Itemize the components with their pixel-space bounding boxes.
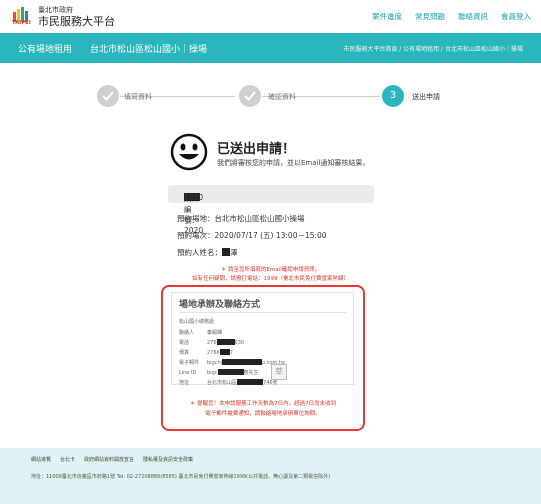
contact-card: 場地承辦及聯絡方式 松山國小總務處 聯絡人 秦嗣輝 電話 276 630 傳真 2766… bbox=[161, 285, 365, 431]
redaction-mask bbox=[222, 359, 263, 365]
contact-office: 松山國小總務處 bbox=[179, 319, 215, 325]
contact-reminder-1: ＊ 提醒您！本申請服務工作天數為7日內，超過7日尚未收到 bbox=[189, 401, 337, 407]
step-3-number: 3 bbox=[389, 90, 397, 101]
logo-sub-text: TAIPEI bbox=[12, 20, 31, 26]
booking-venue: 預約場地：台北市松山區松山國小操場 bbox=[177, 214, 305, 223]
contact-row-key: 傳真 bbox=[179, 350, 190, 356]
step-3-indicator: 3 bbox=[382, 85, 404, 107]
top-header: TAIPEI 臺北市政府 市民服務大平台 案件進度 常見問題 聯絡資訊 會員登入 bbox=[0, 0, 541, 33]
contact-row-key: 聯絡人 bbox=[179, 330, 195, 336]
nav-login[interactable]: 會員登入 bbox=[501, 11, 531, 22]
smiley-icon bbox=[170, 133, 208, 171]
footer-address: 地址：11008臺北市信義區市府路1號 Tel: 02-27208889(858… bbox=[31, 474, 331, 480]
email-warning: ＊ 請至您所填寫的Email確認申請資訊。 bbox=[220, 267, 321, 273]
progress-steps: 填寫資料 確認資料 3 送出申請 bbox=[0, 63, 541, 133]
divider bbox=[179, 312, 346, 313]
contact-row-key: Line ID bbox=[179, 370, 197, 376]
nav-contact[interactable]: 聯絡資訊 bbox=[458, 11, 488, 22]
contact-row: 地址 台北市松山區 746號 bbox=[179, 379, 278, 386]
contact-row-value: bigc bbox=[207, 370, 218, 376]
contact-row-key: 地址 bbox=[179, 380, 190, 386]
contact-row-value: 秦嗣輝 bbox=[207, 330, 223, 336]
site-title[interactable]: 市民服務大平台 bbox=[38, 13, 115, 29]
redaction-mask bbox=[219, 349, 230, 355]
step-2-label: 確認資料 bbox=[268, 93, 296, 101]
contact-row-key: 電子郵件 bbox=[179, 360, 200, 366]
contact-row-value: 276 bbox=[207, 340, 217, 346]
redaction-mask bbox=[222, 248, 230, 256]
step-2-check-icon bbox=[239, 85, 261, 107]
contact-row-value: 春先生 bbox=[243, 370, 259, 376]
contact-row: Line ID bigc 春先生 bbox=[179, 369, 259, 376]
redaction-mask bbox=[237, 379, 264, 385]
step-1-label: 填寫資料 bbox=[124, 93, 152, 101]
top-nav: 案件進度 常見問題 聯絡資訊 會員登入 bbox=[372, 11, 531, 22]
contact-email[interactable]: bigchi bbox=[207, 360, 222, 366]
footer-link-privacy[interactable]: 隱私權及資訊安全政策 bbox=[143, 456, 193, 463]
contact-reminder-2: 電子郵件繳費通知，請聯絡場地承辦單位詢問。 bbox=[205, 411, 321, 417]
footer-link-taipei-card[interactable]: 台北卡 bbox=[60, 456, 75, 463]
contact-row-value: 630 bbox=[234, 340, 245, 346]
service-title: 公有場地租用 台北市松山區松山國小｜操場 bbox=[18, 45, 208, 55]
contact-row-value: 746號 bbox=[263, 380, 278, 386]
stamp-icon: 莘 bbox=[271, 364, 287, 380]
case-number-box: 案件編號：20201030 bbox=[168, 185, 374, 235]
nav-faq[interactable]: 常見問題 bbox=[415, 11, 445, 22]
contact-row-key: 電話 bbox=[179, 340, 190, 346]
contact-row: 聯絡人 秦嗣輝 bbox=[179, 329, 222, 336]
nav-case-progress[interactable]: 案件進度 bbox=[372, 11, 402, 22]
footer-link-open-data[interactable]: 政府網站資料開放宣言 bbox=[84, 456, 134, 463]
contact-row-value: 台北市松山區 bbox=[207, 380, 238, 386]
success-description: 我們將審核您的申請，並以Email通知審核結果。 bbox=[217, 159, 370, 167]
redaction-mask bbox=[216, 339, 235, 345]
contact-title: 場地承辦及聯絡方式 bbox=[179, 300, 261, 310]
booking-name-label: 預約人姓名： bbox=[177, 248, 222, 257]
contact-row: 電子郵件 bigchi o.com.tw bbox=[179, 359, 285, 366]
step-3-label: 送出申請 bbox=[412, 93, 440, 101]
booking-name-suffix: 澤 bbox=[230, 248, 238, 257]
step-1-check-icon bbox=[97, 85, 119, 107]
footer-links: 網站導覽 台北卡 政府網站資料開放宣言 隱私權及資訊安全政策 bbox=[31, 456, 193, 463]
redaction-mask bbox=[217, 369, 244, 375]
success-title: 已送出申請！ bbox=[217, 142, 296, 157]
footer-link-sitemap[interactable]: 網站導覽 bbox=[31, 456, 51, 463]
contact-row-value: 2766 bbox=[207, 350, 220, 356]
footer: 網站導覽 台北卡 政府網站資料開放宣言 隱私權及資訊安全政策 地址：11008臺… bbox=[0, 448, 541, 504]
hotline-warning: 如有任何疑問，請撥打電話：1999（臺北市民免付費當家熱線） bbox=[192, 276, 349, 282]
contact-row-value: 7 bbox=[229, 350, 233, 356]
contact-panel: 場地承辦及聯絡方式 松山國小總務處 聯絡人 秦嗣輝 電話 276 630 傳真 2766… bbox=[171, 292, 354, 386]
case-number-suffix: 1030 bbox=[184, 193, 204, 202]
breadcrumb[interactable]: 市民服務大平台首頁 / 公有場地租用 / 台北市松山區松山國小｜操場 bbox=[343, 44, 523, 53]
contact-row: 傳真 2766 7 bbox=[179, 349, 233, 356]
contact-row: 電話 276 630 bbox=[179, 339, 244, 346]
service-titlebar: 公有場地租用 台北市松山區松山國小｜操場 市民服務大平台首頁 / 公有場地租用 … bbox=[0, 33, 541, 63]
booking-name: 預約人姓名： 澤 bbox=[177, 247, 238, 258]
booking-slot: 預約場次：2020/07/17 (五) 13:00－15:00 bbox=[177, 231, 327, 240]
